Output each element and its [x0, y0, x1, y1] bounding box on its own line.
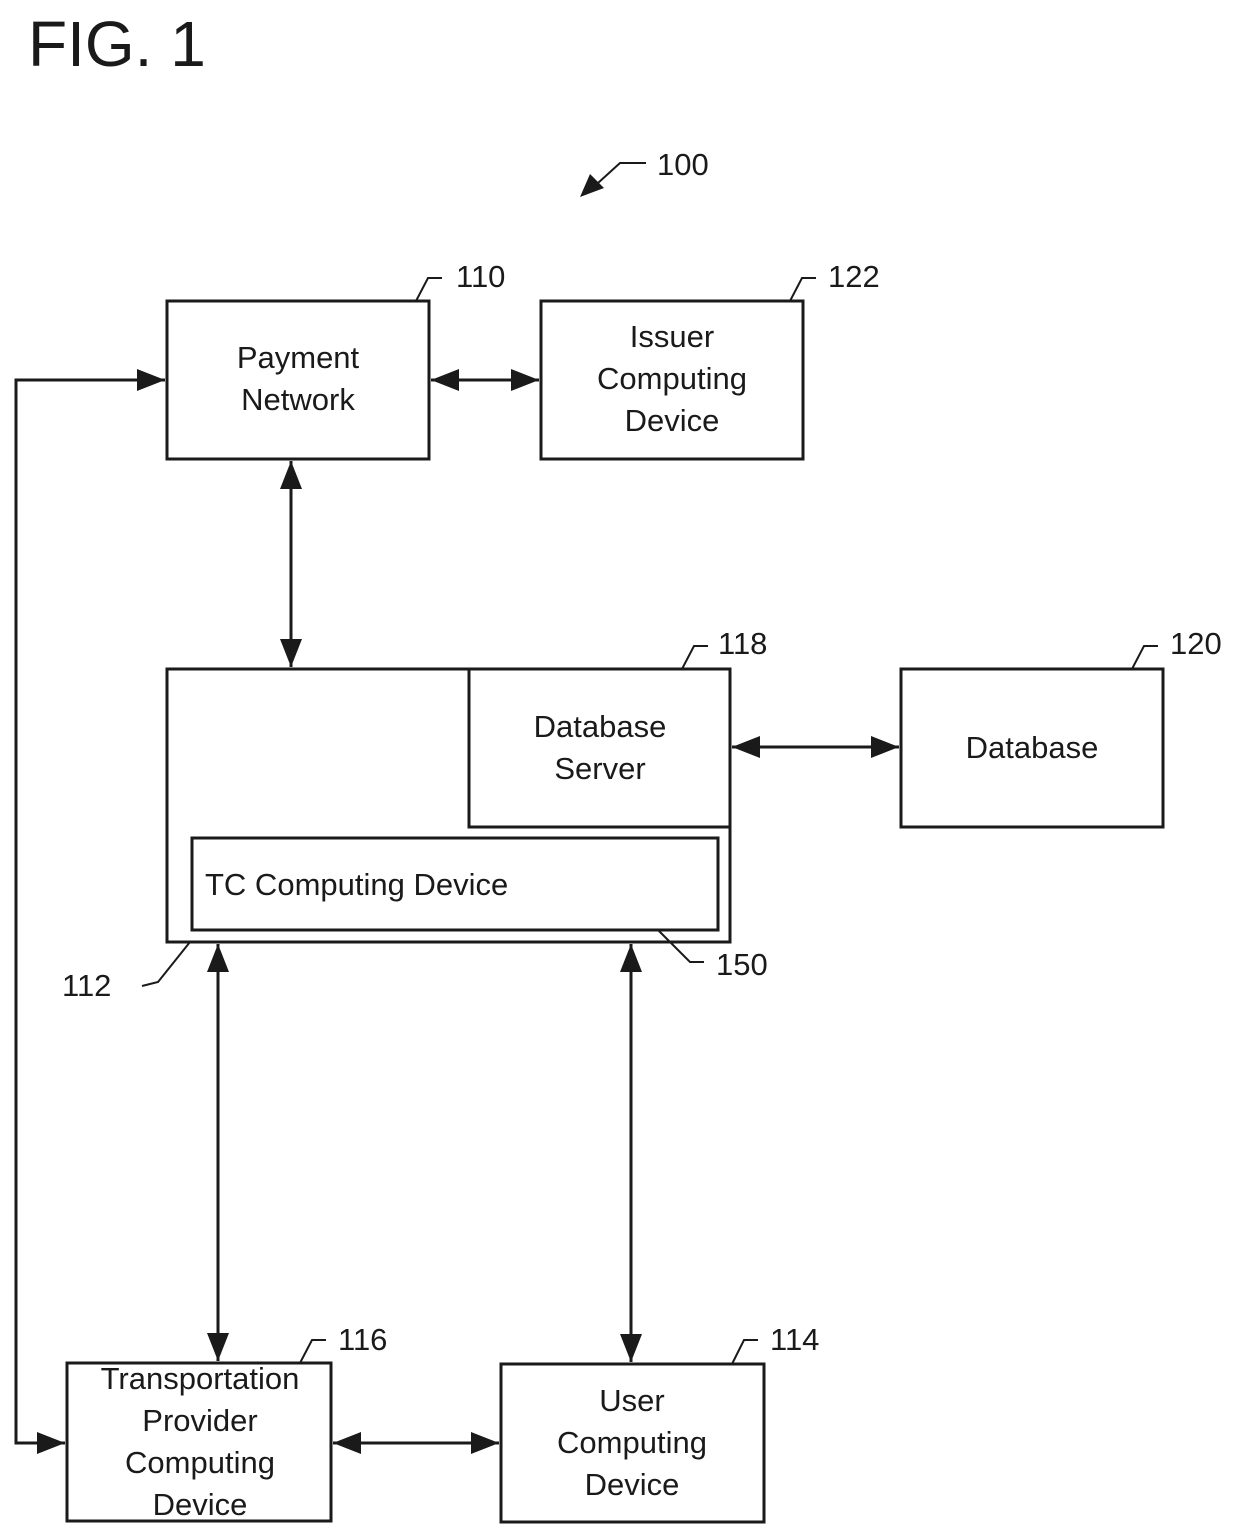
database-server-box	[467, 667, 732, 829]
payment-network-label-line-1: Payment	[237, 340, 360, 375]
connector-payment-network-transport-provider	[14, 378, 165, 1445]
issuer-ref: 122	[828, 259, 880, 294]
system-ref-label: 100	[657, 147, 709, 182]
arrowhead-database	[871, 736, 899, 758]
transport-provider-label-line-1: Transportation	[101, 1361, 300, 1396]
user-device-ref-leader	[731, 1339, 758, 1365]
transport-provider-ref: 116	[338, 1322, 387, 1357]
arrowhead-tc-system	[620, 944, 642, 972]
tc-device-label: TC Computing Device	[205, 867, 508, 902]
tc-system-ref: 112	[62, 968, 111, 1003]
system-diagram: FIG. 1 100 Payment Network 110 Issuer Co…	[14, 8, 1222, 1524]
transport-provider-label-line-4: Device	[153, 1487, 248, 1522]
payment-network-node: Payment Network 110	[165, 259, 505, 461]
arrowhead-payment-network	[431, 369, 459, 391]
database-label: Database	[966, 730, 1099, 765]
user-device-label-line-1: User	[599, 1383, 664, 1418]
arrowhead-transport-provider	[333, 1432, 361, 1454]
database-server-ref-leader	[681, 645, 708, 670]
issuer-label-line-2: Computing	[597, 361, 747, 396]
arrowhead-payment-network	[137, 369, 165, 391]
payment-network-box	[165, 299, 431, 461]
issuer-label-line-1: Issuer	[630, 319, 714, 354]
arrowhead-tc-system	[207, 944, 229, 972]
transport-provider-label-line-3: Computing	[125, 1445, 275, 1480]
payment-network-ref: 110	[456, 259, 505, 294]
user-device-node: User Computing Device 114	[499, 1322, 819, 1524]
issuer-label-line-3: Device	[625, 403, 720, 438]
user-device-label-line-3: Device	[585, 1467, 680, 1502]
user-device-label-line-2: Computing	[557, 1425, 707, 1460]
figure-title: FIG. 1	[28, 8, 206, 80]
transport-provider-label-line-2: Provider	[142, 1403, 257, 1438]
database-server-label-line-1: Database	[534, 709, 667, 744]
issuer-ref-leader	[789, 277, 816, 302]
arrowhead-user-device	[471, 1432, 499, 1454]
tc-system-node: Database Server 118 TC Computing Device …	[62, 626, 768, 1003]
payment-network-label-line-2: Network	[241, 382, 355, 417]
payment-network-ref-leader	[415, 277, 442, 302]
user-device-ref: 114	[770, 1322, 819, 1357]
tc-system-ref-leader	[141, 941, 191, 987]
arrowhead-transport-provider	[37, 1432, 65, 1454]
system-ref-arrowhead	[580, 174, 604, 197]
database-node: Database 120	[899, 626, 1222, 829]
arrowhead-payment-network	[280, 461, 302, 489]
database-ref-leader	[1131, 645, 1158, 670]
arrowhead-issuer	[511, 369, 539, 391]
database-ref: 120	[1170, 626, 1222, 661]
system-ref-leader	[597, 162, 646, 184]
system-ref-100: 100	[580, 147, 709, 197]
issuer-node: Issuer Computing Device 122	[539, 259, 880, 461]
arrowhead-transport-provider	[207, 1333, 229, 1361]
database-server-label-line-2: Server	[554, 751, 645, 786]
arrowhead-user-device	[620, 1334, 642, 1362]
arrowhead-database-server	[732, 736, 760, 758]
transport-provider-ref-leader	[299, 1339, 326, 1364]
tc-device-ref: 150	[716, 947, 768, 982]
arrowhead-tc-system	[280, 639, 302, 667]
database-server-ref: 118	[718, 626, 767, 661]
transport-provider-node: Transportation Provider Computing Device…	[65, 1322, 387, 1523]
